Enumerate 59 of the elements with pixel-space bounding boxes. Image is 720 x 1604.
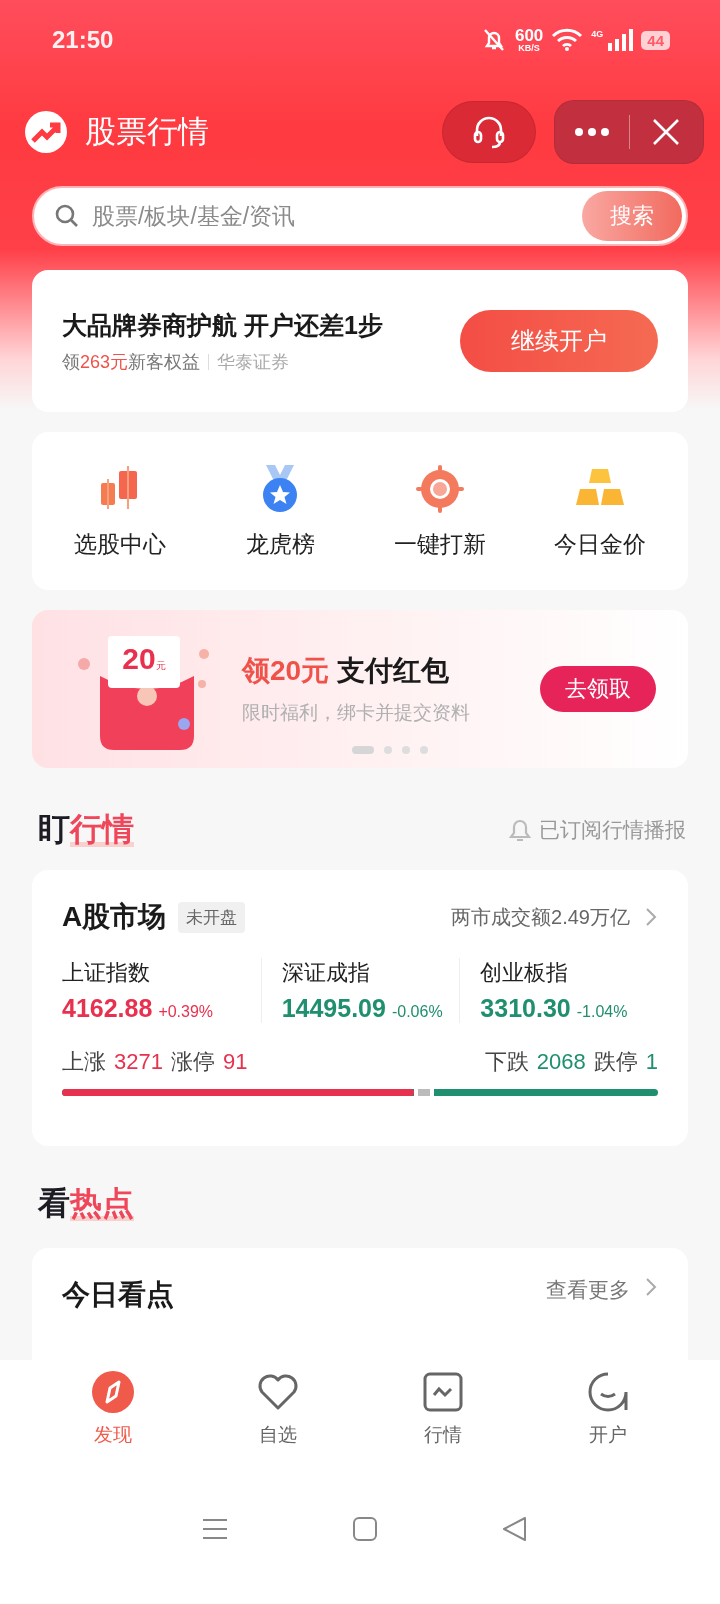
shortcut-label[interactable]: 选股中心 [74,528,166,560]
fall-label: 下跌 [484,1048,529,1076]
flat-bar [413,1089,434,1096]
banner-title: 领20元 支付红包 [242,654,450,688]
continue-button[interactable]: 继续开户 [460,310,658,372]
network-type: 4G [591,29,604,39]
index-value: 4162.88 [62,994,153,1023]
limit-down-label: 跌停 [593,1048,638,1076]
chevron-right-icon [644,1276,658,1298]
fall-count: 2068 [536,1049,586,1075]
index-name: 创业板指 [480,959,570,987]
market-status-tag: 未开盘 [178,901,246,933]
limit-down-count: 1 [645,1049,658,1075]
more-icon[interactable] [573,127,610,137]
promo-banner[interactable]: 20元 领20元 支付红包 限时福利，绑卡并提交资料 去领取 [32,610,688,768]
section-title: 盯行情 [38,810,134,849]
shortcut-label[interactable]: 一键打新 [394,528,486,560]
market-title: A股市场 [62,900,167,934]
card-title: 今日看点 [62,1278,174,1312]
turnover-text[interactable]: 两市成交额2.49万亿 [451,903,630,931]
chevron-right-icon [644,906,658,928]
home-square-icon[interactable] [350,1514,380,1544]
shortcut-label[interactable]: 今日金价 [554,528,646,560]
nav-tab[interactable]: 行情 [360,1370,525,1448]
amount-card: 20元 [108,636,180,688]
index-change: +0.39% [158,1003,214,1021]
speed-unit: KB/S [518,44,540,53]
index-value: 3310.30 [480,994,571,1023]
close-icon[interactable] [652,118,681,146]
section-title: 看热点 [38,1184,134,1223]
rise-count: 3271 [114,1049,163,1075]
banner-subtitle: 限时福利，绑卡并提交资料 [242,701,471,725]
promo-title: 大品牌券商护航 开户还差1步 [62,309,384,341]
limit-up-count: 91 [222,1049,248,1075]
wifi-icon [551,28,584,52]
nav-tab[interactable]: 发现 [30,1370,195,1448]
index-name: 深证成指 [281,959,371,987]
benefit-text: 领263元新客权益 [62,350,201,374]
index-change: -1.04% [576,1003,628,1021]
compass-icon [90,1370,135,1414]
search-icon [54,203,80,229]
battery-level: 44 [641,30,670,50]
nav-tab[interactable]: 自选 [195,1370,360,1448]
rise-label: 上涨 [62,1048,106,1076]
limit-up-label: 涨停 [170,1048,215,1076]
network-speed: 600 [514,27,544,44]
see-more-link[interactable]: 查看更多 [546,1276,630,1304]
page-title: 股票行情 [85,113,210,151]
nav-tab[interactable]: 开户 [525,1370,690,1448]
trend-logo-icon [25,111,67,153]
claim-button[interactable]: 去领取 [540,666,656,712]
target-icon [414,462,466,515]
broker-name: 华泰证券 [217,350,290,374]
index-change: -0.06% [391,1003,443,1021]
status-time: 21:50 [52,26,114,54]
index-name: 上证指数 [62,959,151,987]
signal-icon [607,28,634,52]
shortcut-label[interactable]: 龙虎榜 [245,528,315,560]
index-value: 14495.09 [281,994,386,1023]
